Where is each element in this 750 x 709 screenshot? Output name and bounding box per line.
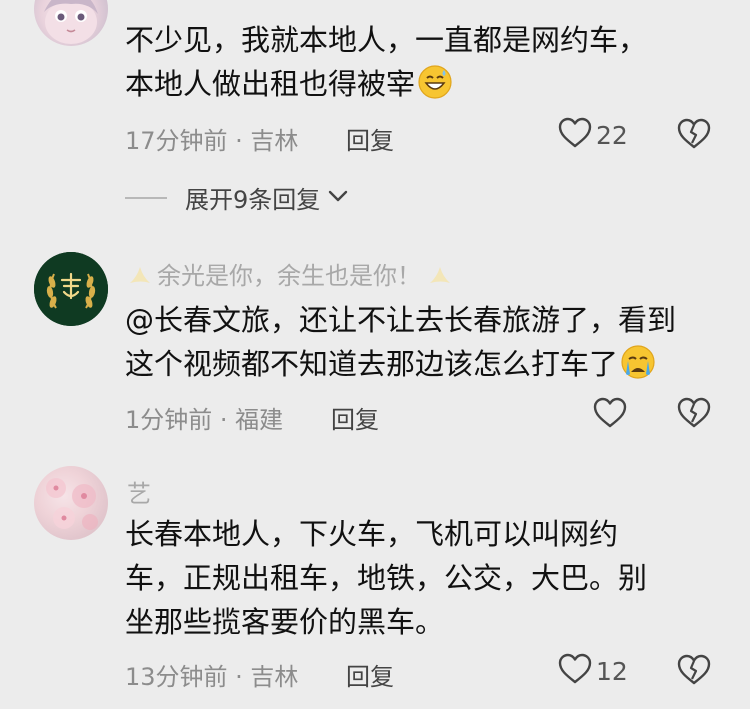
crying-emoji-icon <box>620 344 656 392</box>
comment-line: 长春本地人，下火车，飞机可以叫网约 <box>125 517 619 551</box>
comment-line: @长春文旅，还让不让去长春旅游了，看到 <box>125 303 677 337</box>
username-text: 余光是你，余生也是你！ <box>157 262 421 290</box>
comment-text: @长春文旅，还让不让去长春旅游了，看到 这个视频都不知道去那边该怎么打车了 <box>125 298 676 392</box>
comment-line-text: 本地人做出租也得被宰 <box>125 67 416 101</box>
comment-time-location: 1分钟前 · 福建 <box>125 406 284 434</box>
like-button[interactable]: 12 <box>558 653 628 689</box>
heart-icon <box>593 397 627 433</box>
comment-time-location: 17分钟前 · 吉林 <box>125 127 299 155</box>
expand-replies-label: 展开9条回复 <box>185 186 321 214</box>
broken-heart-icon <box>677 397 711 433</box>
avatar[interactable] <box>34 466 108 540</box>
like-count: 22 <box>596 120 628 150</box>
sparkle-icon <box>127 263 153 293</box>
broken-heart-icon <box>677 118 711 154</box>
reply-button[interactable]: 回复 <box>346 121 394 156</box>
reply-button[interactable]: 回复 <box>331 400 379 435</box>
grinning-sweat-emoji-icon <box>417 64 453 112</box>
comment-line: 这个视频都不知道去那边该怎么打车了 <box>125 342 676 392</box>
dislike-button[interactable] <box>677 654 711 690</box>
like-count: 12 <box>596 656 628 686</box>
like-button[interactable]: 22 <box>558 117 628 153</box>
comment-time-location: 13分钟前 · 吉林 <box>125 663 299 691</box>
username[interactable]: 艺 <box>127 474 151 509</box>
comment-line: 本地人做出租也得被宰 <box>125 62 647 112</box>
comment-text: 不少见，我就本地人，一直都是网约车， 本地人做出租也得被宰 <box>125 18 647 112</box>
sparkle-icon <box>427 263 453 293</box>
broken-heart-icon <box>677 654 711 690</box>
cherry-blossom-avatar-icon <box>46 478 98 530</box>
comment-line: 车，正规出租车，地铁，公交，大巴。别 <box>125 561 648 595</box>
comment-text: 长春本地人，下火车，飞机可以叫网约 车，正规出租车，地铁，公交，大巴。别 坐那些… <box>125 512 647 644</box>
avatar[interactable] <box>34 0 108 46</box>
reply-button[interactable]: 回复 <box>346 657 394 692</box>
comment-line: 不少见，我就本地人，一直都是网约车， <box>125 23 648 57</box>
comment-line-text: 这个视频都不知道去那边该怎么打车了 <box>125 347 619 381</box>
heart-icon <box>558 653 592 689</box>
chevron-down-icon <box>328 188 348 207</box>
divider <box>125 196 167 199</box>
heart-icon <box>558 117 592 153</box>
anime-girl-avatar-icon <box>44 0 98 44</box>
comment-line: 坐那些揽客要价的黑车。 <box>125 605 445 639</box>
like-button[interactable] <box>593 397 631 433</box>
dislike-button[interactable] <box>677 397 711 433</box>
dislike-button[interactable] <box>677 118 711 154</box>
avatar[interactable] <box>34 252 108 326</box>
username[interactable]: 余光是你，余生也是你！ <box>127 256 453 293</box>
laurel-emblem-avatar-icon <box>34 252 108 326</box>
expand-replies-button[interactable]: 展开9条回复 <box>125 180 348 215</box>
